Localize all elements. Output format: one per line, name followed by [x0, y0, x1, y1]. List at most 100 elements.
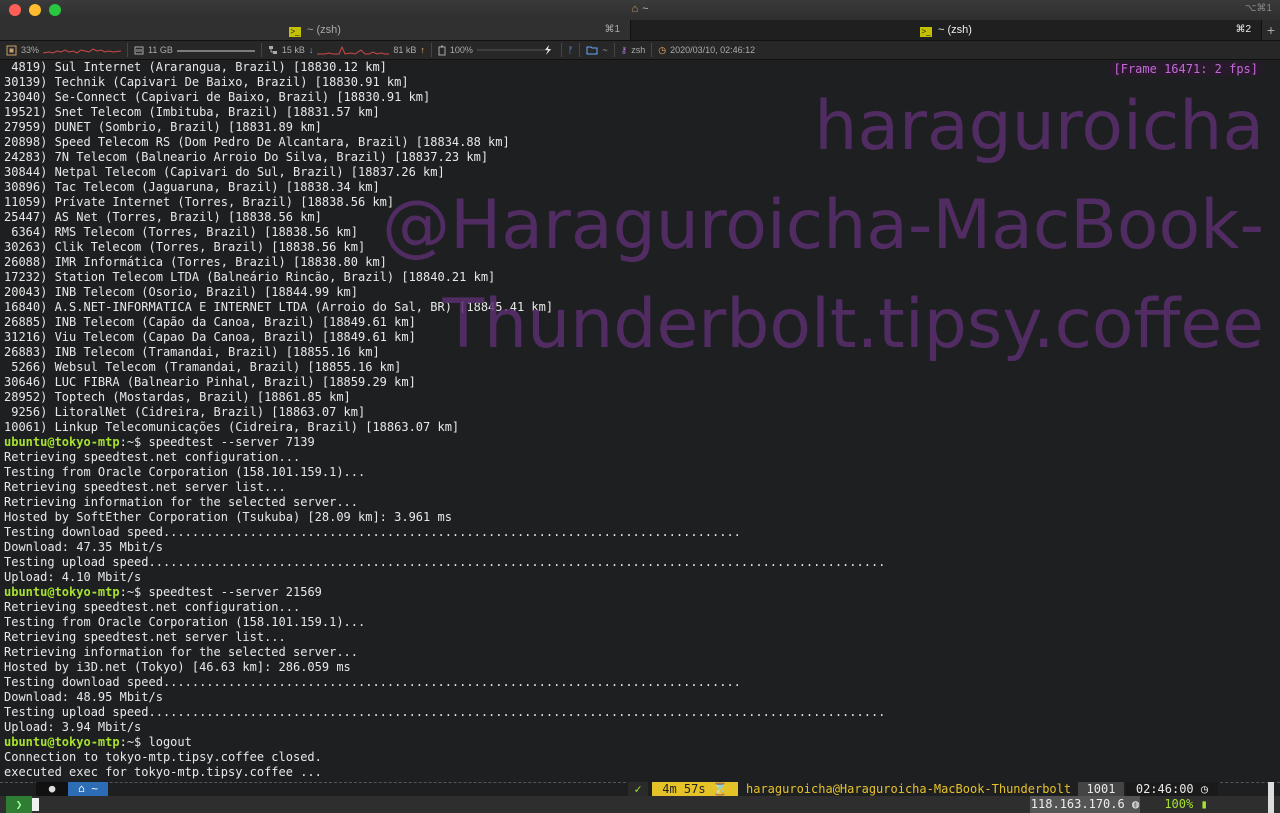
tab-2-shortcut: ⌘2 [1235, 24, 1251, 35]
prompt-path: :~$ [119, 435, 149, 449]
output-line: Retrieving speedtest.net configuration..… [4, 450, 301, 464]
ip-segment: 118.163.170.6 ◍ [1030, 796, 1140, 813]
clock-icon: ◷ [658, 44, 667, 55]
output-line: Retrieving information for the selected … [4, 645, 359, 659]
server-list-line: 26885) INB Telecom (Capão da Canoa, Braz… [4, 315, 416, 329]
branch-icon: ᚠ [567, 45, 574, 55]
battery-icon [438, 45, 446, 55]
network-widget[interactable]: 15 kB ↓ 81 kB ↑ [262, 43, 432, 57]
output-line: Download: 47.35 Mbit/s [4, 540, 163, 554]
user-host: haraguroicha@Haraguroicha-MacBook-Thunde… [746, 782, 1072, 796]
network-up-value: 81 kB [393, 45, 417, 55]
datetime-value: 2020/03/10, 02:46:12 [670, 45, 756, 55]
tab-2[interactable]: >_ ~ (zsh) ⌘2 [631, 20, 1262, 40]
server-list-line: 25447) AS Net (Torres, Brazil) [18838.56… [4, 210, 322, 224]
home-path-segment: ⌂ ~ [68, 782, 108, 796]
upload-arrow-icon: ↑ [420, 45, 425, 55]
output-line: Upload: 4.10 Mbit/s [4, 570, 142, 584]
terminal-icon: >_ [289, 27, 302, 37]
output-line: Testing upload speed....................… [4, 555, 886, 569]
frame-counter: [Frame 16471: 2 fps] [1109, 62, 1262, 76]
server-list-line: 10061) Linkup Telecomunicações (Cidreira… [4, 420, 460, 434]
server-list-line: 6364) RMS Telecom (Torres, Brazil) [1883… [4, 225, 359, 239]
tab-1-label: ~ (zsh) [307, 24, 341, 36]
powerline-prompt: ✓ 4m 57s ⌛ haraguroicha@Haraguroicha-Mac… [0, 782, 1280, 796]
command-duration: 4m 57s ⌛ [652, 782, 738, 796]
battery-value: 100% [1164, 797, 1194, 811]
memory-icon [134, 46, 144, 55]
folder-path: ~ [602, 45, 608, 55]
globe-icon: ◍ [1131, 797, 1140, 811]
status-bar: 33% 11 GB 15 kB ↓ 81 kB ↑ 100% ᚠ ~ ⚷ zsh ◷… [0, 41, 1280, 60]
cpu-widget[interactable]: 33% [0, 43, 129, 57]
server-list-line: 28952) Toptech (Mostardas, Brazil) [1886… [4, 390, 351, 404]
git-widget[interactable]: ᚠ [562, 43, 581, 57]
path-value: ~ [91, 782, 98, 795]
server-list-line: 26088) IMR Informática (Torres, Brazil) … [4, 255, 387, 269]
server-list-line: 23040) Se-Connect (Capivari de Baixo, Br… [4, 90, 431, 104]
tab-bar: >_ ~ (zsh) ⌘1 >_ ~ (zsh) ⌘2 + [0, 20, 1280, 41]
download-arrow-icon: ↓ [308, 45, 314, 55]
window-title: ~ [642, 3, 649, 15]
home-icon: ⌂ [78, 782, 85, 795]
network-down-value: 15 kB [281, 45, 305, 55]
success-check: ✓ [628, 782, 648, 796]
server-list-line: 19521) Snet Telecom (Imbituba, Brazil) [… [4, 105, 380, 119]
memory-widget[interactable]: 11 GB [128, 43, 262, 57]
battery-bar [476, 45, 551, 55]
server-list-line: 30646) LUC FIBRA (Balneario Pinhal, Braz… [4, 375, 416, 389]
folder-widget[interactable]: ~ [580, 43, 615, 57]
terminal-output[interactable]: 4819) Sul Internet (Ararangua, Brazil) [… [0, 60, 1280, 782]
input-line[interactable]: ❯ ● ⌂ ~ 118.163.170.6 ◍ 100% ▮ [0, 782, 1280, 813]
shell-widget[interactable]: ⚷ zsh [615, 43, 653, 57]
shell-icon: ⚷ [620, 44, 628, 55]
clock-widget[interactable]: ◷ 2020/03/10, 02:46:12 [652, 43, 761, 57]
server-list-line: 5266) Websul Telecom (Tramandai, Brazil)… [4, 360, 402, 374]
title-bar: ⌂ ~ ⌥⌘1 [0, 0, 1280, 20]
memory-graph [176, 50, 255, 52]
cpu-icon [6, 45, 17, 55]
history-number: 1001 [1078, 782, 1124, 796]
prompt-line: ubuntu@tokyo-mtp:~$ logout [4, 735, 192, 750]
battery-value: 100% [449, 45, 473, 55]
scrollbar[interactable] [1268, 782, 1274, 813]
clock-icon: ◷ [1200, 782, 1209, 796]
command-text: logout [148, 735, 192, 749]
prompt-user-host: ubuntu@tokyo-mtp [4, 435, 120, 449]
tab-1[interactable]: >_ ~ (zsh) ⌘1 [0, 20, 631, 40]
duration-value: 4m 57s [662, 782, 706, 796]
output-line: Retrieving speedtest.net server list... [4, 630, 286, 644]
cpu-graph [43, 48, 122, 54]
output-line: Retrieving speedtest.net configuration..… [4, 600, 301, 614]
output-line: Retrieving information for the selected … [4, 495, 359, 509]
output-line: Testing upload speed....................… [4, 705, 886, 719]
output-line: Hosted by SoftEther Corporation (Tsukuba… [4, 510, 452, 524]
terminal-icon: >_ [920, 27, 933, 37]
prompt-path: :~$ [119, 585, 149, 599]
server-list-line: 31216) Viu Telecom (Capao Da Canoa, Braz… [4, 330, 416, 344]
prompt-path: :~$ [119, 735, 149, 749]
prompt-line: ubuntu@tokyo-mtp:~$ speedtest --server 7… [4, 435, 315, 450]
ip-value: 118.163.170.6 [1030, 797, 1125, 811]
server-list-line: 20898) Speed Telecom RS (Dom Pedro De Al… [4, 135, 510, 149]
server-list-line: 27959) DUNET (Sombrio, Brazil) [18831.89… [4, 120, 322, 134]
time-value: 02:46:00 [1135, 782, 1194, 796]
command-text: speedtest --server 7139 [148, 435, 315, 449]
battery-widget[interactable]: 100% [432, 43, 562, 57]
server-list-line: 30844) Netpal Telecom (Capivari do Sul, … [4, 165, 445, 179]
cpu-value: 33% [21, 45, 40, 55]
output-line: Download: 48.95 Mbit/s [4, 690, 163, 704]
server-list-line: 11059) Prívate Internet (Torres, Brazil)… [4, 195, 395, 209]
server-list-line: 4819) Sul Internet (Ararangua, Brazil) [… [4, 60, 387, 74]
output-line: Connection to tokyo-mtp.tipsy.coffee clo… [4, 750, 322, 764]
prompt-user-host: ubuntu@tokyo-mtp [4, 735, 120, 749]
command-text: speedtest --server 21569 [148, 585, 322, 599]
window-shortcut: ⌥⌘1 [1244, 3, 1272, 14]
new-tab-button[interactable]: + [1262, 20, 1280, 40]
server-list-line: 30896) Tac Telecom (Jaguaruna, Brazil) [… [4, 180, 380, 194]
text-cursor [32, 798, 39, 811]
shell-name: zsh [631, 45, 646, 55]
server-list-line: 30139) Technik (Capivari De Baixo, Brazi… [4, 75, 409, 89]
output-line: Hosted by i3D.net (Tokyo) [46.63 km]: 28… [4, 660, 351, 674]
memory-value: 11 GB [148, 45, 173, 55]
